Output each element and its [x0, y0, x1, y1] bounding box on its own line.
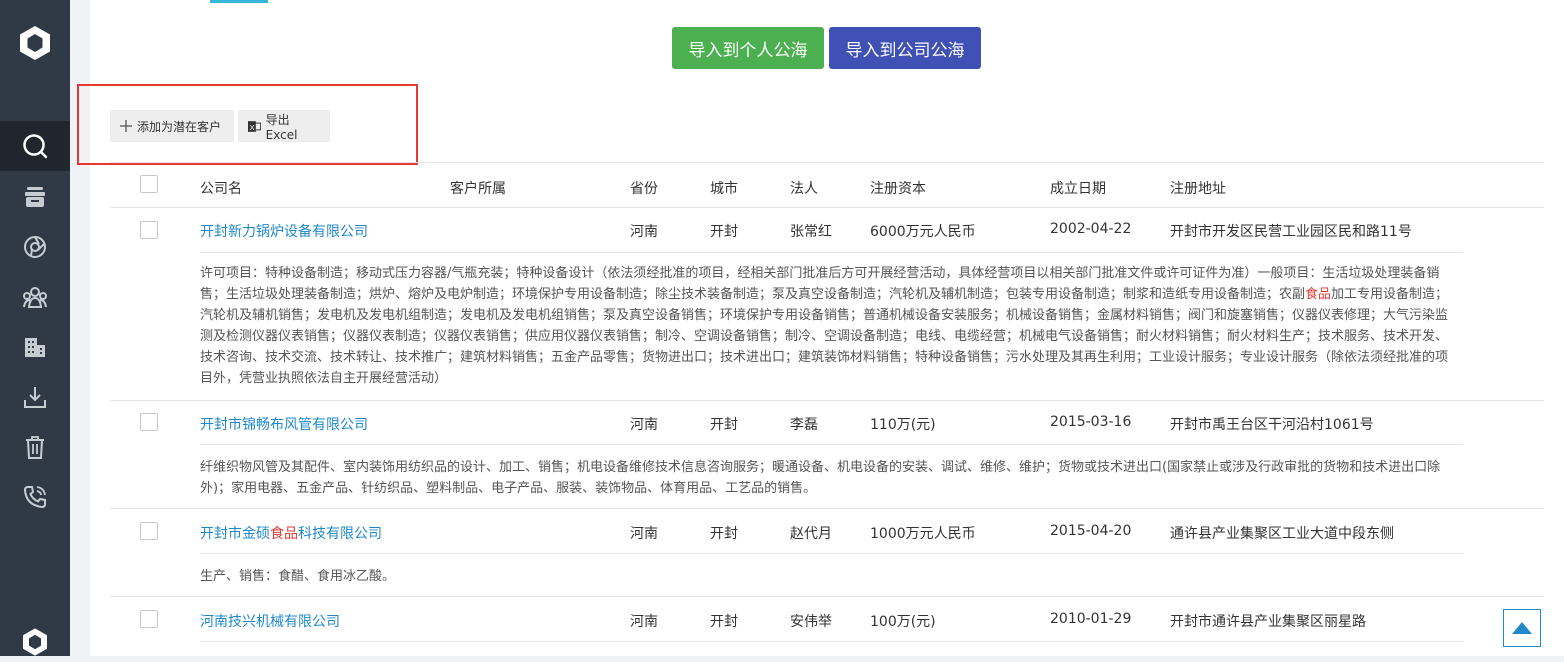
row-checkbox[interactable] — [140, 522, 158, 540]
trash-icon — [26, 436, 44, 459]
scope-text: 生产、销售：食醋、食用冰乙酸。 — [200, 569, 396, 584]
phone-icon — [23, 486, 46, 509]
col-date: 成立日期 — [1050, 181, 1106, 197]
company-link[interactable]: 开封市金硕食品科技有限公司 — [200, 523, 382, 543]
building-icon — [25, 338, 45, 357]
col-address: 注册地址 — [1170, 181, 1226, 197]
svg-text:X: X — [249, 122, 255, 131]
business-scope: 纤维织物风管及其配件、室内装饰用纺织品的设计、加工、销售；机电设备维修技术信息咨… — [200, 457, 1455, 499]
database-icon — [25, 187, 45, 207]
excel-icon: X — [248, 120, 261, 131]
col-province: 省份 — [630, 181, 658, 197]
address-cell: 开封市通许县产业集聚区丽星路 — [1170, 614, 1366, 630]
scope-text: 纤维织物风管及其配件、室内装饰用纺织品的设计、加工、销售；机电设备维修技术信息咨… — [200, 460, 1441, 496]
row-border — [110, 596, 1544, 597]
company-link[interactable]: 开封新力锅炉设备有限公司 — [200, 221, 368, 241]
date-cell: 2010-01-29 — [1050, 611, 1132, 627]
add-potential-label: 添加为潜在客户 — [137, 119, 222, 134]
capital-cell: 110万(元) — [870, 417, 936, 433]
nav-trash[interactable] — [0, 422, 70, 472]
company-link[interactable]: 开封市锦畅布风管有限公司 — [200, 414, 368, 434]
province-cell: 河南 — [630, 224, 658, 240]
nav-building[interactable] — [0, 322, 70, 372]
company-name: 科技有限公司 — [298, 526, 382, 542]
province-cell: 河南 — [630, 526, 658, 542]
scroll-top-button[interactable] — [1503, 609, 1541, 647]
aperture-icon — [24, 236, 46, 258]
province-cell: 河南 — [630, 614, 658, 630]
row-checkbox[interactable] — [140, 610, 158, 628]
legal-cell: 安伟举 — [790, 614, 832, 630]
business-scope: 生产、销售：食醋、食用冰乙酸。 — [200, 566, 1455, 587]
company-name: 河南技兴机械有限公司 — [200, 614, 340, 630]
company-name: 开封市锦畅布风管有限公司 — [200, 417, 368, 433]
nav-search[interactable] — [0, 121, 70, 171]
nav-phone[interactable] — [0, 472, 70, 522]
row-divider — [200, 444, 1463, 445]
export-excel-label: 导出Excel — [265, 112, 298, 142]
col-legal: 法人 — [790, 181, 818, 197]
city-cell: 开封 — [710, 224, 738, 240]
keyword-highlight: 食品 — [1305, 287, 1332, 302]
select-all-checkbox[interactable] — [140, 175, 158, 193]
city-cell: 开封 — [710, 526, 738, 542]
row-divider — [200, 252, 1463, 253]
row-checkbox[interactable] — [140, 221, 158, 239]
capital-cell: 100万(元) — [870, 614, 936, 630]
table-top-border — [110, 162, 1544, 163]
bottom-logo — [0, 622, 70, 662]
legal-cell: 赵代月 — [790, 526, 832, 542]
scope-text: 许可项目：特种设备制造；移动式压力容器/气瓶充装；特种设备设计（依法须经批准的项… — [200, 266, 1440, 302]
row-border — [110, 508, 1544, 509]
capital-cell: 6000万元人民币 — [870, 224, 976, 240]
plus-icon — [120, 120, 132, 132]
city-cell: 开封 — [710, 417, 738, 433]
company-name: 开封新力锅炉设备有限公司 — [200, 224, 368, 240]
province-cell: 河南 — [630, 417, 658, 433]
download-icon — [24, 387, 46, 408]
nav-aperture[interactable] — [0, 222, 70, 272]
row-checkbox[interactable] — [140, 413, 158, 431]
legal-cell: 张常红 — [790, 224, 832, 240]
search-icon — [23, 134, 48, 159]
city-cell: 开封 — [710, 614, 738, 630]
hexagon-logo-icon — [23, 628, 47, 656]
company-name: 开封市金硕 — [200, 526, 270, 542]
row-divider — [200, 553, 1463, 554]
col-city: 城市 — [710, 181, 738, 197]
main-panel: 导入到个人公海 导入到公司公海 添加为潜在客户 X 导出Excel 公司名 客户… — [77, 0, 1564, 656]
legal-cell: 李磊 — [790, 417, 818, 433]
row-border — [110, 400, 1544, 401]
arrow-up-icon — [1512, 622, 1532, 634]
header-bottom-border — [110, 207, 1544, 208]
col-capital: 注册资本 — [870, 181, 926, 197]
address-cell: 开封市开发区民营工业园区民和路11号 — [1170, 224, 1412, 240]
nav-download[interactable] — [0, 372, 70, 422]
capital-cell: 1000万元人民币 — [870, 526, 976, 542]
date-cell: 2002-04-22 — [1050, 221, 1132, 237]
date-cell: 2015-03-16 — [1050, 414, 1132, 430]
business-scope: 许可项目：特种设备制造；移动式压力容器/气瓶充装；特种设备设计（依法须经批准的项… — [200, 263, 1455, 389]
add-potential-customer-button[interactable]: 添加为潜在客户 — [110, 110, 234, 142]
sidebar — [0, 0, 70, 656]
hexagon-logo-icon — [20, 26, 50, 60]
address-cell: 通许县产业集聚区工业大道中段东侧 — [1170, 526, 1394, 542]
address-cell: 开封市禹王台区干河沿村1061号 — [1170, 417, 1374, 433]
col-company: 公司名 — [200, 181, 242, 197]
export-excel-button[interactable]: X 导出Excel — [238, 110, 330, 142]
date-cell: 2015-04-20 — [1050, 523, 1132, 539]
tab-indicator — [210, 0, 268, 3]
company-link[interactable]: 河南技兴机械有限公司 — [200, 611, 340, 631]
keyword-highlight: 食品 — [270, 526, 298, 542]
import-company-button[interactable]: 导入到公司公海 — [829, 27, 981, 69]
row-divider — [200, 641, 1463, 642]
import-personal-button[interactable]: 导入到个人公海 — [672, 27, 824, 69]
nav-database[interactable] — [0, 172, 70, 222]
app-logo[interactable] — [0, 0, 70, 86]
team-icon — [23, 287, 47, 308]
col-owner: 客户所属 — [450, 181, 506, 197]
nav-team[interactable] — [0, 272, 70, 322]
